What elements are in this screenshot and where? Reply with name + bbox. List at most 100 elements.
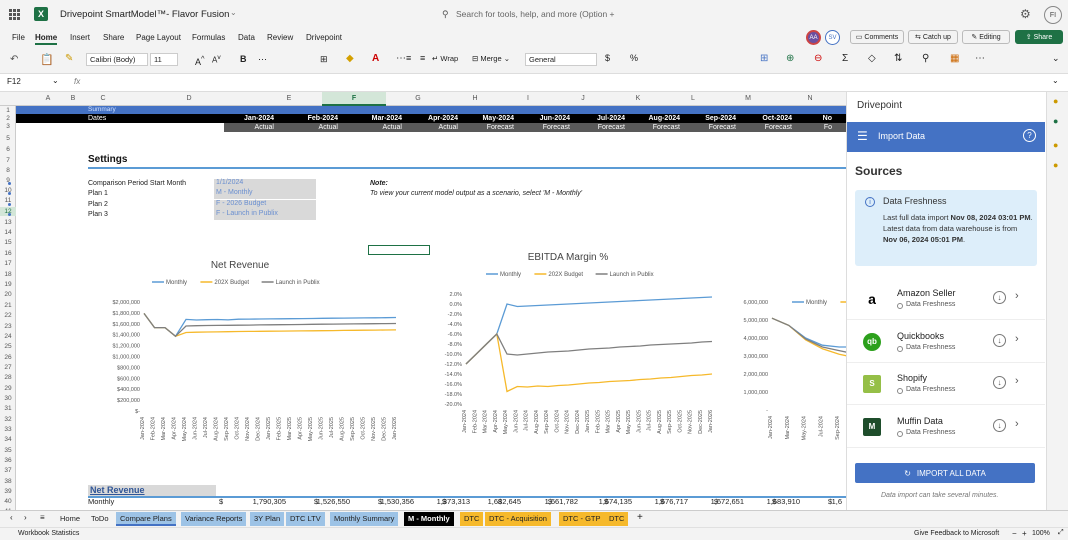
sheet-prev-icon[interactable]: ‹ (10, 513, 13, 522)
ribbon-collapse-icon[interactable]: ⌄ (1052, 53, 1060, 64)
row-header[interactable]: 40 (0, 497, 16, 506)
menu-home[interactable]: Home (35, 33, 58, 45)
editing-button[interactable]: ✎ Editing (962, 30, 1010, 44)
sheet-tab[interactable]: DTC - GTP (559, 512, 605, 526)
addins-icon[interactable]: ▦ (950, 53, 959, 64)
autosum-icon[interactable]: Σ (842, 53, 848, 64)
number-format-select[interactable]: General (525, 53, 597, 66)
sheet-tab[interactable]: DTC (460, 512, 484, 526)
source-item[interactable]: a Amazon Seller Data Freshness ↓ › (847, 278, 1045, 320)
borders-icon[interactable]: ⊞ (320, 54, 328, 65)
comments-button[interactable]: ▭ Comments (850, 30, 904, 44)
zoom-in-icon[interactable]: + (1022, 529, 1027, 538)
app-title[interactable]: Drivepoint SmartModel™- Flavor Fusion (60, 9, 229, 20)
conditional-format-icon[interactable]: ⊞ (760, 53, 768, 64)
import-all-button[interactable]: ↻ IMPORT ALL DATA (855, 463, 1035, 483)
collaborator-avatar-sv[interactable]: SV (825, 30, 840, 45)
insert-cells-icon[interactable]: ⊕ (786, 53, 794, 64)
add-sheet-icon[interactable]: + (637, 512, 643, 523)
find-icon[interactable]: ⚲ (922, 53, 929, 64)
row-header[interactable]: 27 (0, 363, 16, 372)
sheet-tab[interactable]: Variance Reports (181, 512, 247, 526)
feedback-link[interactable]: Give Feedback to Microsoft (914, 530, 999, 537)
side-icon-1[interactable]: ● (1053, 96, 1058, 106)
row-header[interactable]: 35 (0, 446, 16, 455)
row-header[interactable]: 30 (0, 394, 16, 403)
percent-icon[interactable]: % (630, 53, 638, 63)
font-size-select[interactable]: 11 (150, 53, 178, 66)
title-dropdown-icon[interactable]: ⌄ (230, 8, 237, 17)
row-header[interactable]: 20 (0, 290, 16, 299)
download-icon[interactable]: ↓ (993, 291, 1006, 304)
settings-value-cell[interactable]: F - Launch in Publix (214, 209, 316, 220)
row-header[interactable]: 16 (0, 249, 16, 258)
settings-value-cell[interactable]: F - 2026 Budget (214, 199, 316, 210)
row-header[interactable]: 8 (0, 166, 16, 175)
workbook-statistics[interactable]: Workbook Statistics (18, 530, 79, 537)
ribbon-more-icon[interactable]: ⋯ (975, 53, 985, 64)
row-header[interactable]: 17 (0, 259, 16, 268)
chevron-right-icon[interactable]: › (1015, 375, 1019, 387)
column-header[interactable]: D (122, 92, 256, 106)
column-header[interactable]: E (256, 92, 322, 106)
currency-icon[interactable]: $ (605, 53, 610, 63)
sheet-tab[interactable]: 3Y Plan (250, 512, 285, 526)
chart-1[interactable]: EBITDA Margin % Monthly 202X Budget Launch … (416, 246, 720, 444)
menu-file[interactable]: File (12, 33, 25, 42)
user-avatar[interactable]: FI (1044, 6, 1062, 24)
row-header[interactable]: 33 (0, 425, 16, 434)
format-painter-icon[interactable]: ✎ (65, 53, 73, 64)
zoom-level[interactable]: 100% (1032, 530, 1050, 537)
sheet-next-icon[interactable]: › (24, 513, 27, 522)
formula-input[interactable] (90, 76, 1050, 89)
menu-page-layout[interactable]: Page Layout (136, 33, 181, 42)
row-header[interactable]: 13 (0, 218, 16, 227)
menu-share[interactable]: Share (103, 33, 124, 42)
sheet-tab[interactable]: M - Monthly (404, 512, 454, 526)
menu-review[interactable]: Review (267, 33, 293, 42)
row-header[interactable]: 24 (0, 332, 16, 341)
row-header[interactable]: 22 (0, 311, 16, 320)
sheet-tab[interactable]: Compare Plans (116, 512, 176, 526)
column-header[interactable]: L (666, 92, 720, 106)
more-font-icon[interactable]: ⋯ (258, 54, 267, 65)
column-header[interactable]: M (720, 92, 776, 106)
sheet-list-icon[interactable]: ≡ (40, 513, 45, 522)
chevron-right-icon[interactable]: › (1015, 333, 1019, 345)
cells-area[interactable]: Summary Dates Jan-2024 Actual Feb-2024 Actual… (8, 106, 846, 510)
name-box-dropdown-icon[interactable]: ⌄ (52, 76, 59, 85)
merge-button[interactable]: ⊟ Merge ⌄ (472, 54, 510, 63)
row-header[interactable]: 36 (0, 456, 16, 465)
fill-color-icon[interactable]: ◆ (346, 53, 354, 64)
hamburger-menu-icon[interactable]: ☰ (857, 129, 868, 143)
help-icon[interactable]: ? (1023, 129, 1036, 142)
menu-insert[interactable]: Insert (70, 33, 90, 42)
row-header[interactable]: 31 (0, 404, 16, 413)
download-icon[interactable]: ↓ (993, 418, 1006, 432)
sheet-tab[interactable]: DTC - Acquisition (485, 512, 551, 526)
source-item[interactable]: qb Quickbooks Data Freshness ↓ › (847, 321, 1045, 363)
clear-icon[interactable]: ◇ (868, 53, 876, 64)
chart-0[interactable]: Net Revenue Monthly 202X Budget Launch in P… (80, 254, 400, 444)
row-header[interactable]: 6 (0, 145, 16, 154)
source-item[interactable]: M Muffin Data Data Freshness ↓ › (847, 406, 1045, 448)
column-header[interactable]: B (62, 92, 84, 106)
sheet-tab[interactable]: ToDo (87, 512, 113, 526)
column-header[interactable]: J (556, 92, 610, 106)
column-header[interactable]: H (450, 92, 500, 106)
sheet-tab[interactable]: Home (56, 512, 84, 526)
sort-filter-icon[interactable]: ⇅ (894, 53, 902, 64)
column-header[interactable]: C (84, 92, 122, 106)
row-header[interactable]: 29 (0, 384, 16, 393)
paste-icon[interactable]: 📋 (40, 53, 54, 66)
row-header[interactable]: 32 (0, 415, 16, 424)
source-item[interactable]: S Shopify Data Freshness ↓ › (847, 363, 1045, 405)
download-icon[interactable]: ↓ (993, 376, 1006, 389)
row-header[interactable]: 5 (0, 134, 16, 143)
row-header[interactable]: 28 (0, 373, 16, 382)
menu-data[interactable]: Data (238, 33, 255, 42)
wrap-text-button[interactable]: ↵ Wrap (432, 54, 458, 63)
column-header[interactable]: F (322, 92, 386, 106)
side-icon-3[interactable]: ● (1053, 140, 1058, 150)
row-header[interactable]: 18 (0, 270, 16, 279)
